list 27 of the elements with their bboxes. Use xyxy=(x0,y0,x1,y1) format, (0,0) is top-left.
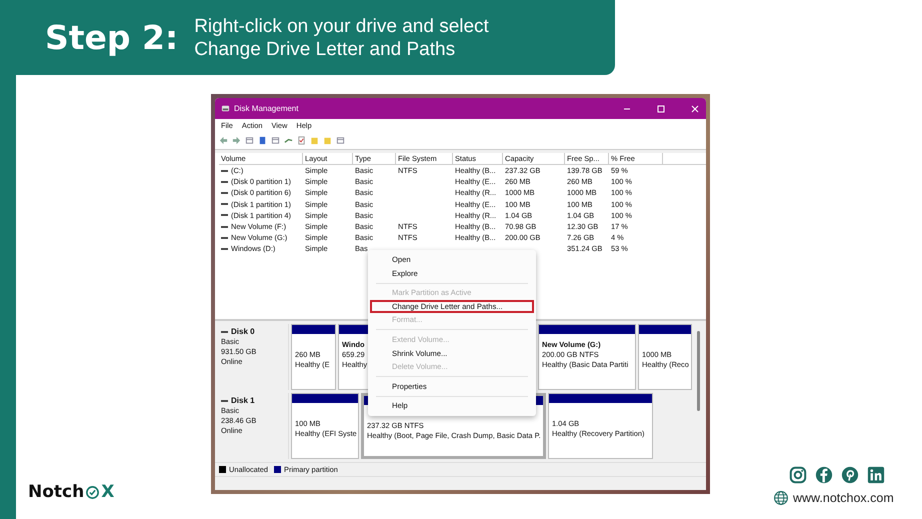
checklist-icon[interactable] xyxy=(297,136,306,145)
panel-icon[interactable] xyxy=(245,136,254,145)
partition-header-bar xyxy=(292,394,358,403)
logo-text: X xyxy=(101,482,114,502)
website-link[interactable]: www.notchox.com xyxy=(793,491,894,505)
window-title: Disk Management xyxy=(234,104,298,113)
maximize-icon[interactable] xyxy=(656,104,666,114)
instruction-text: Right-click on your drive and select Change Drive Letter and Paths xyxy=(194,14,489,60)
instagram-icon[interactable] xyxy=(789,466,807,484)
scrollbar[interactable] xyxy=(697,331,700,411)
globe-icon xyxy=(773,490,789,506)
step-title: Step 2: xyxy=(45,18,178,57)
list-icon[interactable] xyxy=(336,136,345,145)
drive-icon xyxy=(221,330,228,334)
close-icon[interactable] xyxy=(690,104,700,114)
linkedin-icon[interactable] xyxy=(867,466,885,484)
panel-icon[interactable] xyxy=(271,136,280,145)
facebook-icon[interactable] xyxy=(815,466,833,484)
drive-icon xyxy=(221,399,228,403)
forward-arrow-icon[interactable] xyxy=(232,136,241,145)
partition-header-bar xyxy=(639,325,691,334)
back-arrow-icon[interactable] xyxy=(219,136,228,145)
partition-header-bar xyxy=(292,325,335,334)
disk-name: Disk 1 xyxy=(231,396,255,406)
logo-text: Notch xyxy=(28,482,84,502)
disk-name: Disk 0 xyxy=(231,327,255,337)
pinterest-icon[interactable] xyxy=(841,466,859,484)
